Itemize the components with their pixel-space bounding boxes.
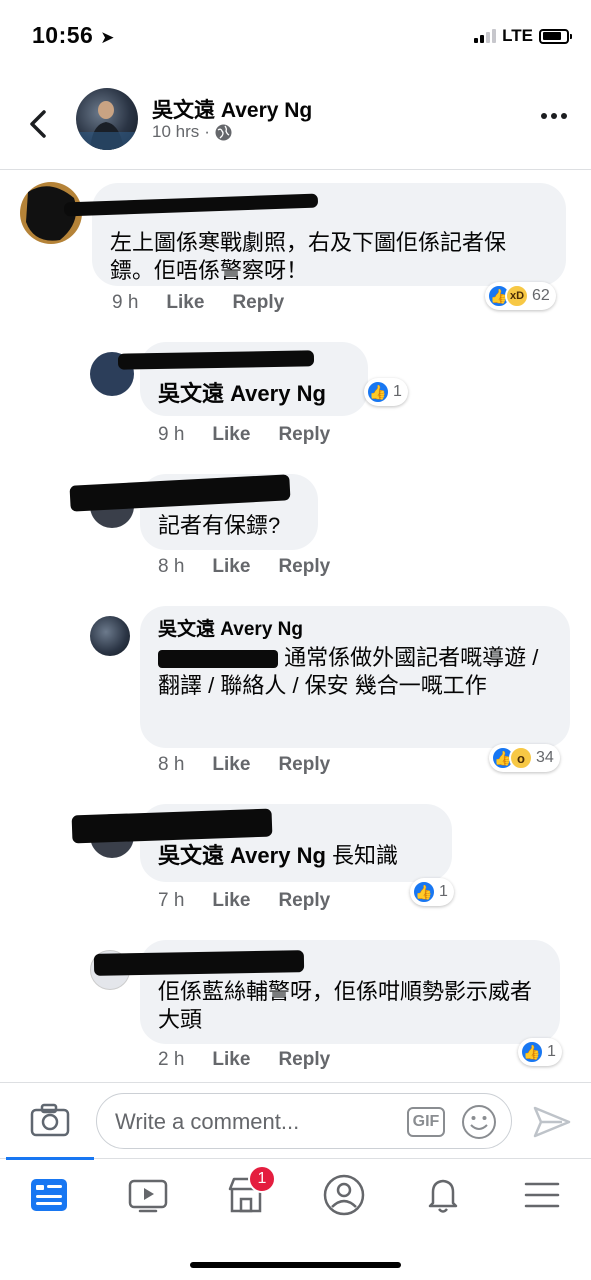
status-indicators: LTE — [474, 26, 572, 46]
reply-author[interactable]: 吳文遠 Avery Ng — [158, 618, 552, 642]
comment-time: 9 h — [112, 292, 139, 313]
post-time: 10 hrs — [152, 122, 200, 141]
reply-meta: 2 h Like Reply — [158, 1049, 330, 1071]
watch-icon[interactable] — [126, 1173, 170, 1217]
notifications-icon[interactable] — [421, 1173, 465, 1217]
reply-button[interactable]: Reply — [278, 1049, 330, 1071]
reply-button[interactable]: Reply — [278, 556, 330, 578]
reaction-summary[interactable]: 👍 1 — [410, 878, 454, 906]
profile-icon[interactable] — [322, 1173, 366, 1217]
redacted-name — [93, 950, 305, 976]
reply-button[interactable]: Reply — [278, 424, 330, 446]
marketplace-badge: 1 — [248, 1165, 276, 1193]
home-indicator[interactable] — [190, 1262, 401, 1268]
like-reaction-icon: 👍 — [412, 880, 436, 904]
like-reaction-icon: 👍 — [366, 380, 390, 404]
author-avatar[interactable] — [76, 88, 138, 150]
comment-text: 左上圖係寒戰劇照，右及下圖佢係記者保鏢。佢唔係警察呀！ — [110, 230, 507, 283]
reply-button[interactable]: Reply — [278, 754, 330, 776]
reaction-summary[interactable]: 👍 1 — [518, 1038, 562, 1066]
menu-icon[interactable] — [520, 1173, 564, 1217]
post-header: 吳文遠 Avery Ng 10 hrs · — [0, 80, 591, 170]
redacted-name — [117, 350, 315, 370]
comment-meta: 9 h Like Reply — [112, 292, 284, 314]
mention-tag[interactable]: 吳文遠 Avery Ng — [158, 843, 326, 868]
reply-time: 8 h — [158, 556, 185, 577]
like-button[interactable]: Like — [212, 890, 250, 912]
reply-button[interactable]: Reply — [278, 890, 330, 912]
meta-separator: · — [204, 122, 210, 141]
like-button[interactable]: Like — [212, 556, 250, 578]
globe-icon — [215, 124, 232, 140]
reaction-count: 1 — [439, 883, 448, 900]
reaction-count: 62 — [532, 287, 550, 304]
reaction-count: 1 — [393, 383, 402, 400]
like-button[interactable]: Like — [212, 1049, 250, 1071]
post-meta: 10 hrs · — [152, 122, 232, 142]
status-time: 10:56 ➤ — [32, 22, 115, 48]
more-icon[interactable] — [541, 113, 567, 119]
active-tab-indicator — [6, 1157, 94, 1160]
like-button[interactable]: Like — [166, 292, 204, 314]
reply-avatar[interactable] — [90, 616, 130, 656]
reply-time: 7 h — [158, 890, 185, 911]
reply-time: 8 h — [158, 754, 185, 775]
back-icon[interactable] — [24, 104, 52, 144]
haha-reaction-icon: xD — [505, 284, 529, 308]
news-feed-icon[interactable] — [27, 1173, 71, 1217]
comment-input[interactable]: Write a comment... GIF — [96, 1093, 512, 1149]
reply-meta: 9 h Like Reply — [158, 424, 330, 446]
reply-bubble: 吳文遠 Avery Ng 通常係做外國記者嘅導遊 / 翻譯 / 聯絡人 / 保安… — [140, 606, 570, 748]
reaction-count: 34 — [536, 749, 554, 766]
comment-text: 通常係做外國記者嘅導遊 / 翻譯 / 聯絡人 / 保安 幾合一嘅工作 — [158, 645, 539, 698]
battery-icon — [539, 28, 572, 44]
send-icon[interactable] — [532, 1105, 572, 1139]
mention-tag[interactable]: 吳文遠 Avery Ng — [158, 381, 326, 406]
reaction-summary[interactable]: 👍 xD 62 — [485, 282, 556, 310]
reply-meta: 8 h Like Reply — [158, 556, 330, 578]
comment-composer: Write a comment... GIF — [0, 1082, 591, 1158]
post-author[interactable]: 吳文遠 Avery Ng — [152, 94, 312, 124]
network-label: LTE — [502, 26, 533, 45]
wow-reaction-icon: o — [509, 746, 533, 770]
comment-text: 長知識 — [325, 843, 399, 868]
signal-icon — [474, 29, 497, 43]
reply-time: 9 h — [158, 424, 185, 445]
reply-button[interactable]: Reply — [232, 292, 284, 314]
reaction-summary[interactable]: 👍 o 34 — [489, 744, 560, 772]
reply-meta: 8 h Like Reply — [158, 754, 330, 776]
camera-icon[interactable] — [30, 1103, 70, 1137]
reaction-summary[interactable]: 👍 1 — [364, 378, 408, 406]
like-reaction-icon: 👍 — [520, 1040, 544, 1064]
like-button[interactable]: Like — [212, 424, 250, 446]
like-button[interactable]: Like — [212, 754, 250, 776]
reaction-count: 1 — [547, 1043, 556, 1060]
comment-placeholder: Write a comment... — [115, 1109, 300, 1134]
emoji-icon[interactable] — [461, 1104, 497, 1140]
reply-time: 2 h — [158, 1049, 185, 1070]
reply-meta: 7 h Like Reply — [158, 890, 330, 912]
gif-icon[interactable]: GIF — [407, 1107, 445, 1137]
